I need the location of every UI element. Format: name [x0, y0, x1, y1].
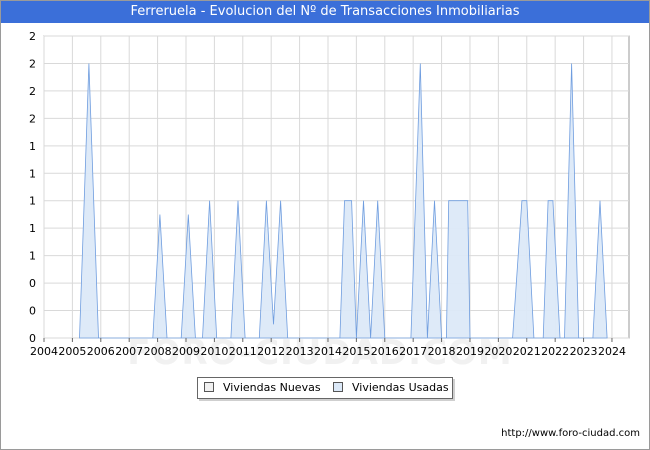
plot-area [43, 35, 630, 339]
x-tick-label: 2015 [342, 345, 370, 358]
y-tick-label: 2 [29, 85, 36, 98]
x-tick-label: 2023 [570, 345, 598, 358]
y-tick-label: 0 [29, 332, 36, 345]
y-axis: 0 0 0 1 1 1 1 1 2 2 2 2 [29, 30, 36, 345]
legend-swatch-usadas [333, 382, 343, 392]
x-tick-label: 2008 [144, 345, 172, 358]
y-tick-label: 0 [29, 305, 36, 318]
legend-swatch-nuevas [204, 382, 214, 392]
x-tick-label: 2009 [172, 345, 200, 358]
x-tick-label: 2017 [399, 345, 427, 358]
x-tick-label: 2012 [257, 345, 285, 358]
y-tick-label: 1 [29, 250, 36, 263]
x-tick-label: 2019 [456, 345, 484, 358]
footer-url[interactable]: http://www.foro-ciudad.com [501, 428, 640, 439]
y-tick-label: 2 [29, 57, 36, 70]
y-tick-label: 1 [29, 222, 36, 235]
legend: Viviendas Nuevas Viviendas Usadas [197, 377, 453, 399]
legend-item-nuevas: Viviendas Nuevas [204, 378, 321, 398]
y-tick-label: 1 [29, 167, 36, 180]
x-tick-label: 2018 [428, 345, 456, 358]
y-tick-label: 1 [29, 195, 36, 208]
legend-item-usadas: Viviendas Usadas [333, 378, 449, 398]
legend-label-usadas: Viviendas Usadas [352, 381, 449, 394]
x-tick-label: 2024 [598, 345, 626, 358]
x-tick-label: 2022 [541, 345, 569, 358]
legend-label-nuevas: Viviendas Nuevas [223, 381, 321, 394]
x-tick-label: 2007 [115, 345, 143, 358]
x-tick-label: 2005 [58, 345, 86, 358]
y-tick-label: 1 [29, 140, 36, 153]
y-tick-label: 2 [29, 30, 36, 43]
x-tick-label: 2010 [200, 345, 228, 358]
x-tick-label: 2006 [87, 345, 115, 358]
x-tick-label: 2011 [229, 345, 257, 358]
x-tick-label: 2020 [484, 345, 512, 358]
x-axis: 2004 2005 2006 2007 2008 2009 2010 2011 2012 2013… [30, 338, 626, 358]
x-tick-label: 2016 [371, 345, 399, 358]
x-tick-label: 2004 [30, 345, 58, 358]
y-tick-label: 2 [29, 112, 36, 125]
x-tick-label: 2013 [286, 345, 314, 358]
x-tick-label: 2021 [513, 345, 541, 358]
y-tick-label: 0 [29, 277, 36, 290]
x-tick-label: 2014 [314, 345, 342, 358]
